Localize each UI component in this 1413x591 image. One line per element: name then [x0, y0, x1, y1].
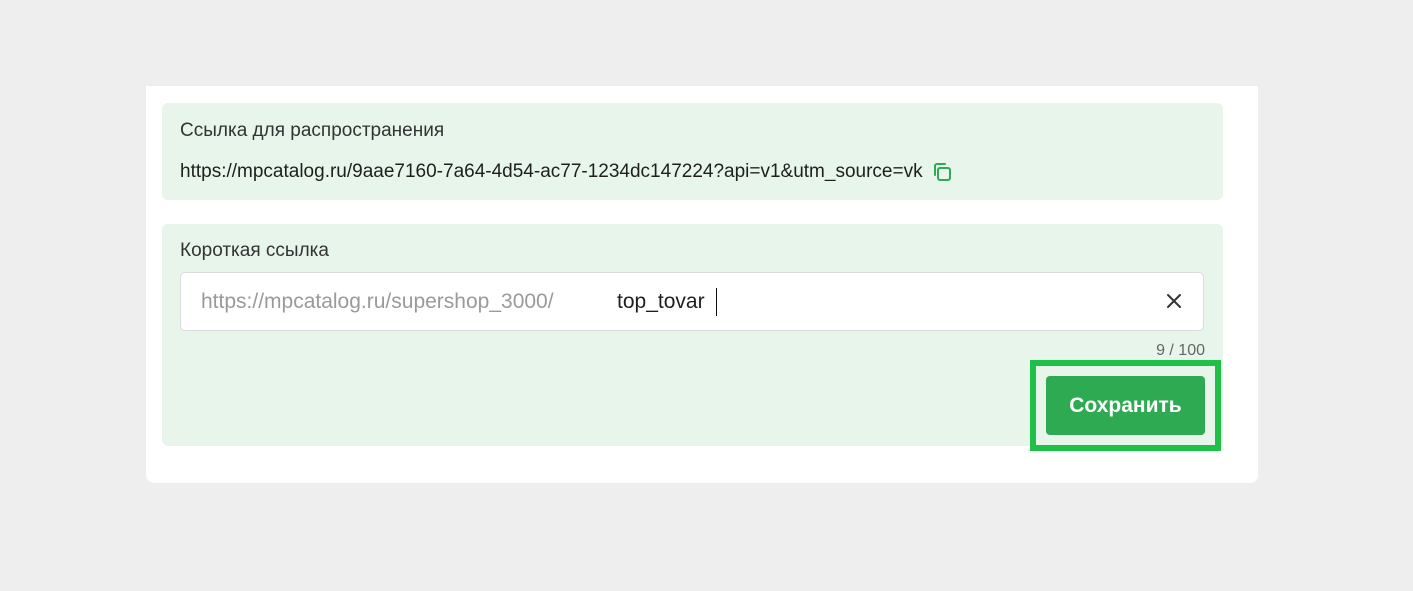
copy-icon[interactable]: [931, 161, 953, 183]
share-link-url: https://mpcatalog.ru/9aae7160-7a64-4d54-…: [180, 161, 923, 182]
character-counter: 9 / 100: [1156, 342, 1205, 359]
share-link-panel: Ссылка для распространения https://mpcat…: [162, 103, 1223, 200]
close-icon[interactable]: [1165, 292, 1183, 310]
save-button[interactable]: Сохранить: [1046, 376, 1205, 435]
share-link-title: Ссылка для распространения: [180, 120, 445, 141]
text-cursor: [716, 288, 717, 316]
save-button-highlight: Сохранить: [1030, 360, 1221, 451]
short-link-prefix: https://mpcatalog.ru/supershop_3000/: [201, 290, 554, 313]
short-link-input[interactable]: top_tovar: [617, 290, 1017, 314]
short-link-card: Ссылка для распространения https://mpcat…: [146, 86, 1258, 483]
short-link-field[interactable]: https://mpcatalog.ru/supershop_3000/ top…: [180, 272, 1204, 331]
short-link-panel: Короткая ссылка https://mpcatalog.ru/sup…: [162, 224, 1223, 451]
share-link-row: https://mpcatalog.ru/9aae7160-7a64-4d54-…: [180, 161, 953, 183]
short-link-title: Короткая ссылка: [180, 240, 329, 261]
